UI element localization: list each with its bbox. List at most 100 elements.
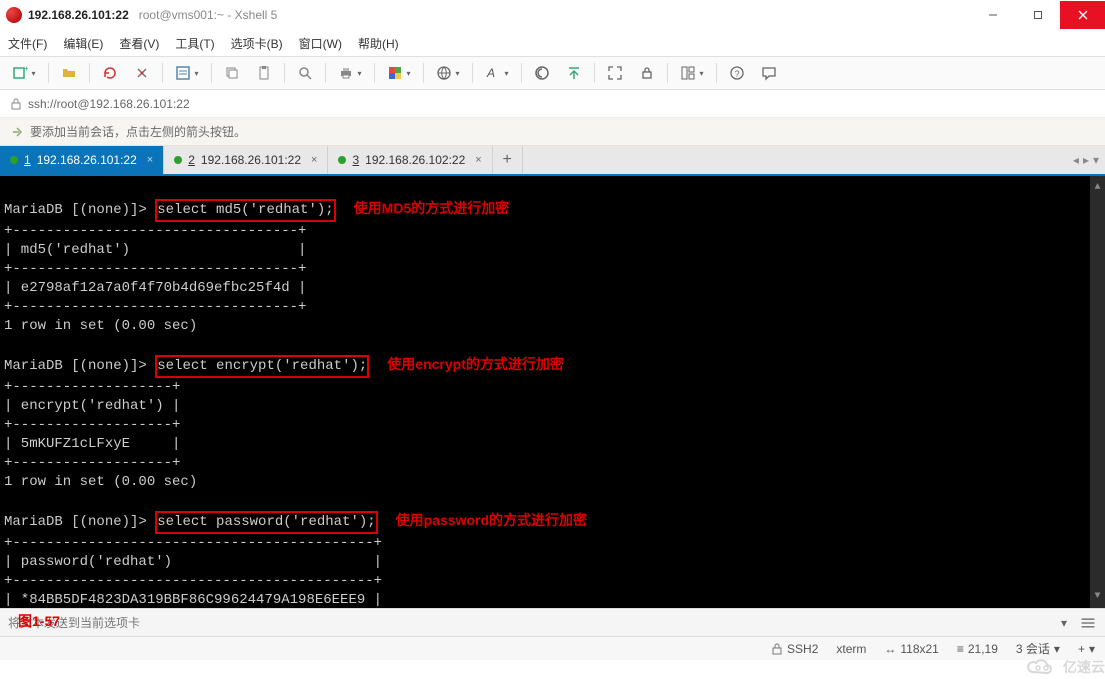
sep: +-------------------+ [4, 379, 180, 395]
tab-label: 192.168.26.101:22 [201, 153, 301, 167]
svg-text:+: + [24, 65, 28, 73]
status-conn-text: SSH2 [787, 642, 818, 656]
tab-scroll-left-icon[interactable]: ◂ [1073, 153, 1079, 167]
paste-button[interactable] [250, 60, 278, 86]
plus-icon: + [503, 151, 512, 169]
terminal-scrollbar[interactable]: ▲▼ [1090, 176, 1105, 608]
menu-edit[interactable]: 编辑(E) [63, 35, 103, 52]
menu-tools[interactable]: 工具(T) [175, 35, 214, 52]
status-extra[interactable]: + ▾ [1078, 642, 1095, 656]
disconnect-button[interactable] [128, 60, 156, 86]
toolbar: + A ? [0, 56, 1105, 90]
layout-button[interactable] [674, 60, 710, 86]
status-term: xterm [836, 642, 866, 656]
font-button[interactable]: A [479, 60, 515, 86]
toolbar-sep [594, 63, 595, 83]
close-button[interactable] [1060, 1, 1105, 29]
plus-icon: + [1078, 642, 1085, 656]
tab-scroll-right-icon[interactable]: ▸ [1083, 153, 1089, 167]
toolbar-sep [374, 63, 375, 83]
new-session-button[interactable]: + [6, 60, 42, 86]
tab-list-icon[interactable]: ▾ [1093, 153, 1099, 167]
xftp-button[interactable] [560, 60, 588, 86]
sep: +-------------------+ [4, 417, 180, 433]
tab-label: 192.168.26.101:22 [37, 153, 137, 167]
status-dot-icon [10, 156, 18, 164]
addressbar: ssh://root@192.168.26.101:22 [0, 90, 1105, 118]
lock-icon [771, 643, 783, 655]
tab-num: 1 [24, 153, 31, 167]
tab-close-icon[interactable]: × [147, 154, 153, 166]
menu-file[interactable]: 文件(F) [8, 35, 47, 52]
feedback-button[interactable] [755, 60, 783, 86]
session-tab-2[interactable]: 2 192.168.26.101:22 × [164, 146, 328, 174]
sep: +-------------------+ [4, 455, 180, 471]
status-dot-icon [174, 156, 182, 164]
toolbar-sep [667, 63, 668, 83]
status-pos-text: 21,19 [968, 642, 998, 656]
status-sessions[interactable]: 3 会话 ▾ [1016, 640, 1060, 657]
open-button[interactable] [55, 60, 83, 86]
compose-menu-icon[interactable] [1079, 614, 1097, 632]
tab-close-icon[interactable]: × [475, 154, 481, 166]
minimize-button[interactable] [970, 1, 1015, 29]
scroll-down-icon[interactable]: ▼ [1094, 587, 1100, 606]
menu-tabs[interactable]: 选项卡(B) [231, 35, 283, 52]
xagent-button[interactable] [528, 60, 556, 86]
watermark: 亿速云 [1025, 657, 1105, 677]
scroll-up-icon[interactable]: ▲ [1094, 178, 1100, 197]
session-tab-1[interactable]: 1 192.168.26.101:22 × [0, 146, 164, 174]
col-header: | encrypt('redhat') | [4, 398, 180, 414]
session-tab-3[interactable]: 3 192.168.26.102:22 × [328, 146, 492, 174]
encoding-button[interactable] [430, 60, 466, 86]
compose-input[interactable] [8, 616, 648, 630]
status-pos: ≡21,19 [957, 642, 998, 656]
compose-bar: ▾ [0, 608, 1105, 636]
lock-icon [10, 98, 22, 110]
chevron-down-icon: ▾ [1089, 642, 1095, 656]
titlebar: 192.168.26.101:22 root@vms001:~ - Xshell… [0, 0, 1105, 30]
row-value: | e2798af12a7a0f4f70b4d69efbc25f4d | [4, 280, 306, 296]
reconnect-button[interactable] [96, 60, 124, 86]
prompt: MariaDB [(none)]> [4, 202, 147, 218]
terminal[interactable]: MariaDB [(none)]> select md5('redhat');使… [0, 176, 1105, 608]
find-button[interactable] [291, 60, 319, 86]
window-title-main: 192.168.26.101:22 [28, 8, 129, 22]
compose-dropdown-icon[interactable]: ▾ [1055, 614, 1073, 632]
properties-button[interactable] [169, 60, 205, 86]
row-value: | *84BB5DF4823DA319BBF86C99624479A198E6E… [4, 592, 382, 608]
figure-caption: 图1-57 [18, 611, 60, 631]
window-controls [970, 1, 1105, 29]
app-icon [6, 7, 22, 23]
cmd-password: select password('redhat'); [155, 511, 377, 534]
maximize-button[interactable] [1015, 1, 1060, 29]
status-dot-icon [338, 156, 346, 164]
add-tab-button[interactable]: + [493, 146, 523, 174]
chevron-down-icon: ▾ [1054, 642, 1060, 656]
arrow-add-icon[interactable] [10, 125, 24, 139]
annot-md5: 使用MD5的方式进行加密 [354, 200, 510, 216]
help-button[interactable]: ? [723, 60, 751, 86]
lock-button[interactable] [633, 60, 661, 86]
tab-close-icon[interactable]: × [311, 154, 317, 166]
fullscreen-button[interactable] [601, 60, 629, 86]
status-size: ↔118x21 [884, 642, 938, 656]
toolbar-sep [472, 63, 473, 83]
window-title-sub: root@vms001:~ - Xshell 5 [139, 8, 278, 22]
tab-label: 192.168.26.102:22 [365, 153, 465, 167]
sep: +---------------------------------------… [4, 573, 382, 589]
status-sessions-text: 3 会话 [1016, 640, 1050, 657]
watermark-text: 亿速云 [1063, 657, 1105, 677]
tab-num: 3 [352, 153, 359, 167]
toolbar-sep [521, 63, 522, 83]
copy-button[interactable] [218, 60, 246, 86]
sep: +----------------------------------+ [4, 299, 306, 315]
color-scheme-button[interactable] [381, 60, 417, 86]
menu-view[interactable]: 查看(V) [119, 35, 159, 52]
col-header: | password('redhat') | [4, 554, 382, 570]
toolbar-sep [325, 63, 326, 83]
menu-help[interactable]: 帮助(H) [358, 35, 399, 52]
print-button[interactable] [332, 60, 368, 86]
address-url[interactable]: ssh://root@192.168.26.101:22 [28, 97, 190, 111]
menu-window[interactable]: 窗口(W) [299, 35, 342, 52]
